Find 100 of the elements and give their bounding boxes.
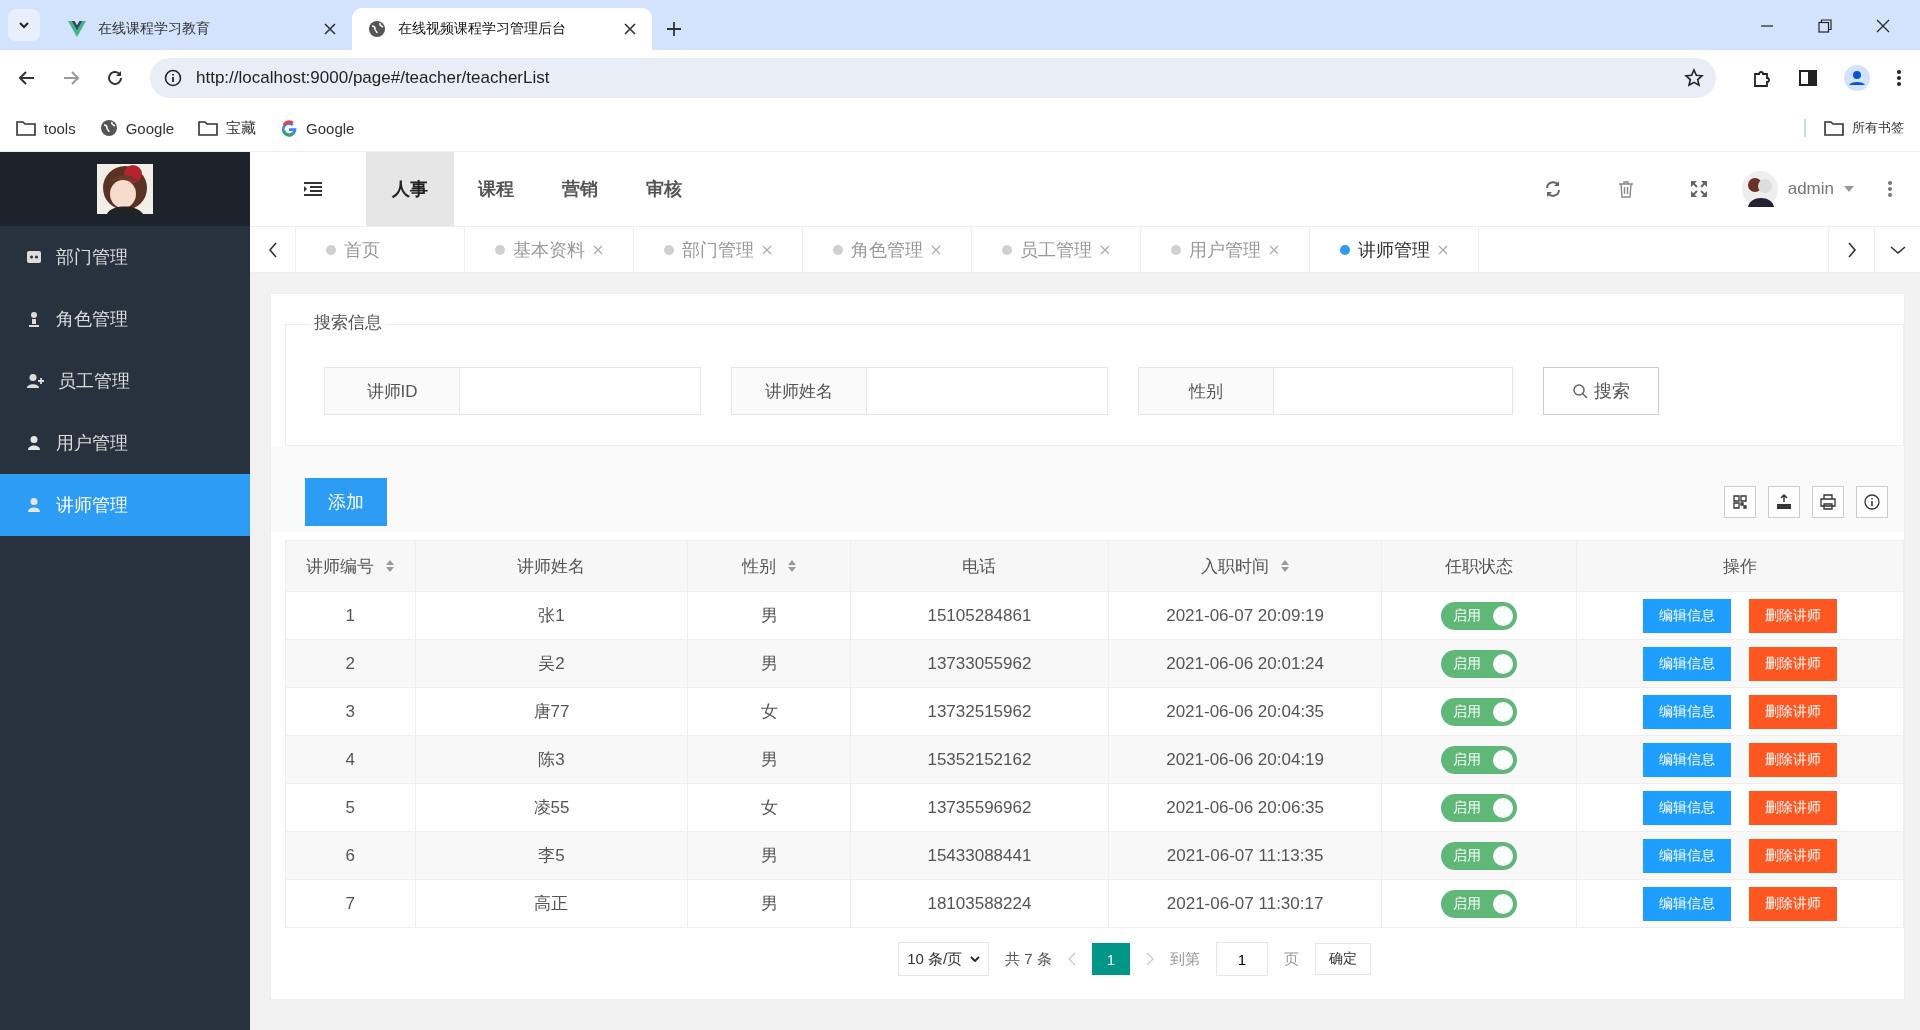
page-tab[interactable]: 讲师管理 [1310, 227, 1479, 272]
column-header: 性别 [742, 555, 777, 578]
sidebar-item[interactable]: 员工管理 [0, 350, 250, 412]
columns-button[interactable] [1724, 486, 1756, 518]
top-nav-tab[interactable]: 营销 [538, 152, 622, 226]
page-tab[interactable]: 用户管理 [1141, 227, 1310, 272]
back-icon[interactable] [18, 68, 36, 87]
table-cell: 4 [345, 749, 355, 769]
table-cell: 1 [345, 605, 355, 625]
sidebar-item[interactable]: 讲师管理 [0, 474, 250, 536]
edit-button[interactable]: 编辑信息 [1642, 790, 1731, 825]
status-switch[interactable]: 启用 [1440, 601, 1517, 630]
browser-tab[interactable]: 在线课程学习教育 [52, 8, 352, 50]
bookmark[interactable]: Google [280, 119, 355, 137]
delete-button[interactable]: 删除讲师 [1748, 790, 1837, 825]
sort-icon[interactable] [386, 559, 395, 573]
folder-icon [16, 120, 36, 136]
edit-button[interactable]: 编辑信息 [1642, 742, 1731, 777]
user-icon [26, 435, 42, 451]
sidebar-item[interactable]: 部门管理 [0, 226, 250, 288]
user-menu[interactable]: admin [1741, 171, 1854, 207]
confirm-button[interactable]: 确定 [1314, 943, 1371, 975]
side-panel-icon[interactable] [1798, 67, 1818, 88]
more-icon[interactable] [1896, 67, 1902, 88]
delete-button[interactable]: 删除讲师 [1748, 886, 1837, 921]
table-cell: 2021-06-07 20:09:19 [1166, 605, 1325, 625]
sort-icon[interactable] [1281, 559, 1290, 573]
search-field[interactable]: 讲师姓名 [731, 367, 1108, 415]
menu-icon[interactable] [304, 182, 322, 196]
profile-icon[interactable] [1844, 64, 1870, 91]
user-icon [26, 497, 42, 513]
page-tab[interactable]: 员工管理 [972, 227, 1141, 272]
page-tab[interactable]: 首页 [296, 227, 465, 272]
close-icon[interactable] [1876, 19, 1890, 33]
bookmark[interactable]: 宝藏 [198, 118, 257, 138]
tab-list-button[interactable] [8, 9, 40, 41]
star-icon[interactable] [1684, 67, 1704, 88]
table-cell: 男 [760, 750, 778, 769]
address-field[interactable]: http://localhost:9000/page#/teacher/teacherList [150, 57, 1716, 98]
grid-icon [1732, 494, 1748, 510]
fullscreen-icon[interactable] [1689, 180, 1708, 198]
page-size-select[interactable]: 10 条/页 [898, 942, 990, 976]
status-switch[interactable]: 启用 [1440, 793, 1517, 822]
table-cell: 唐77 [533, 702, 570, 721]
close-icon[interactable] [324, 23, 336, 35]
edit-button[interactable]: 编辑信息 [1642, 694, 1731, 729]
edit-button[interactable]: 编辑信息 [1642, 886, 1731, 921]
status-switch[interactable]: 启用 [1440, 745, 1517, 774]
g-logo-icon [280, 119, 299, 137]
delete-button[interactable]: 删除讲师 [1748, 598, 1837, 633]
sidebar-item[interactable]: 用户管理 [0, 412, 250, 474]
table-cell: 13732515962 [927, 701, 1032, 721]
new-tab-icon[interactable] [666, 21, 682, 37]
top-nav-tab[interactable]: 课程 [454, 152, 538, 226]
figure-icon [26, 311, 42, 327]
page-tab[interactable]: 基本资料 [465, 227, 634, 272]
edit-button[interactable]: 编辑信息 [1642, 838, 1731, 873]
status-dot [1171, 244, 1181, 255]
add-button[interactable]: 添加 [305, 478, 387, 526]
status-switch[interactable]: 启用 [1440, 841, 1517, 870]
delete-button[interactable]: 删除讲师 [1748, 838, 1837, 873]
page-number-field[interactable]: 1 [1215, 942, 1268, 976]
delete-button[interactable]: 删除讲师 [1748, 646, 1837, 681]
restore-icon[interactable] [1818, 19, 1832, 33]
info-button[interactable] [1856, 486, 1888, 518]
sidebar-item[interactable]: 角色管理 [0, 288, 250, 350]
edit-button[interactable]: 编辑信息 [1642, 646, 1731, 681]
delete-button[interactable]: 删除讲师 [1748, 742, 1837, 777]
status-switch[interactable]: 启用 [1440, 697, 1517, 726]
status-switch[interactable]: 启用 [1440, 889, 1517, 918]
search-field[interactable]: 性别 [1138, 367, 1513, 415]
export-button[interactable] [1768, 486, 1800, 518]
column-header: 操作 [1722, 555, 1757, 578]
bookmark[interactable]: tools [16, 119, 76, 137]
status-switch[interactable]: 启用 [1440, 649, 1517, 678]
print-button[interactable] [1812, 486, 1844, 518]
trash-icon[interactable] [1617, 180, 1634, 198]
sort-icon[interactable] [788, 559, 797, 573]
panel-title: 搜索信息 [310, 311, 386, 334]
edit-button[interactable]: 编辑信息 [1642, 598, 1731, 633]
column-header: 任职状态 [1444, 555, 1513, 578]
top-nav-tab[interactable]: 人事 [366, 152, 454, 226]
forward-icon[interactable] [62, 68, 80, 87]
bookmark[interactable]: Google [99, 119, 175, 137]
refresh-icon[interactable] [1543, 180, 1562, 198]
status-dot [1340, 244, 1350, 255]
top-nav-tab[interactable]: 审核 [622, 152, 706, 226]
page-tab[interactable]: 部门管理 [634, 227, 803, 272]
page-button[interactable]: 1 [1091, 943, 1130, 975]
delete-button[interactable]: 删除讲师 [1748, 694, 1837, 729]
browser-tab[interactable]: 在线视频课程学习管理后台 [352, 8, 652, 50]
reload-icon[interactable] [106, 68, 124, 87]
table-cell: 凌55 [533, 798, 570, 817]
bookmark[interactable]: 所有书签 [1804, 119, 1904, 137]
table-cell: 男 [760, 894, 778, 913]
column-header: 入职时间 [1201, 555, 1270, 578]
search-field[interactable]: 讲师ID [324, 367, 701, 415]
page-tab[interactable]: 角色管理 [803, 227, 972, 272]
search-button[interactable]: 搜索 [1543, 367, 1659, 415]
close-icon[interactable] [624, 23, 636, 35]
